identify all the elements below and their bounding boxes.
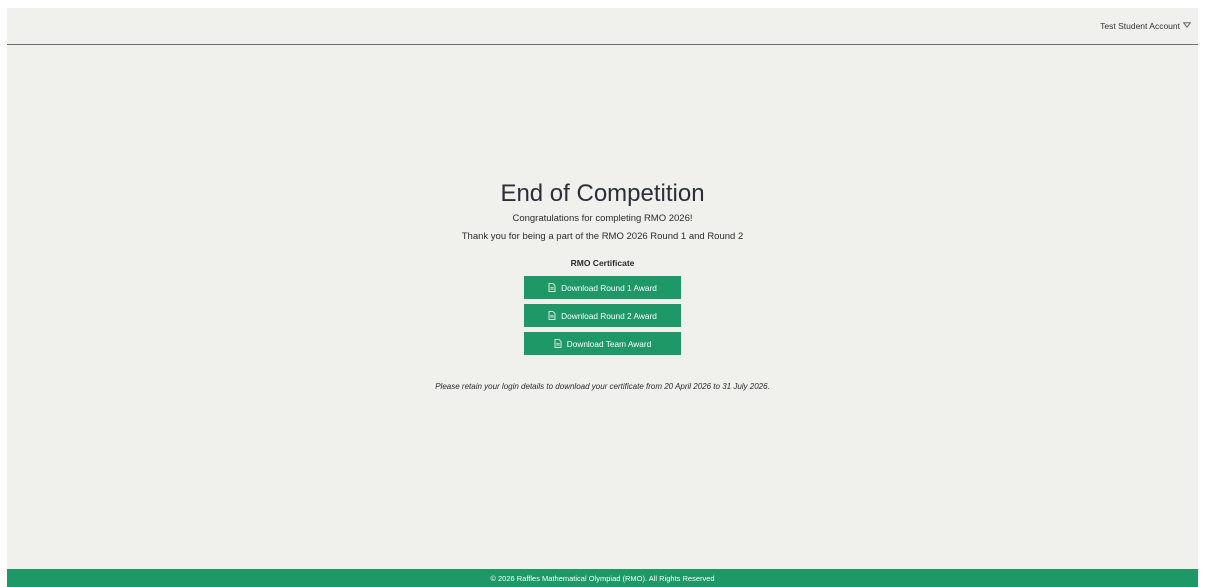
download-team-award-button[interactable]: Download Team Award bbox=[524, 332, 681, 355]
footer: © 2026 Raffles Mathematical Olympiad (RM… bbox=[7, 569, 1198, 587]
retention-note: Please retain your login details to down… bbox=[435, 382, 770, 391]
chevron-down-icon bbox=[1182, 22, 1192, 30]
thank-you-text: Thank you for being a part of the RMO 20… bbox=[461, 231, 744, 242]
account-menu[interactable]: Test Student Account bbox=[1100, 21, 1192, 31]
document-icon bbox=[548, 311, 556, 320]
main-content: End of Competition Congratulations for c… bbox=[7, 45, 1198, 569]
account-name: Test Student Account bbox=[1100, 21, 1180, 31]
button-label: Download Round 2 Award bbox=[561, 310, 657, 321]
copyright-text: © 2026 Raffles Mathematical Olympiad (RM… bbox=[490, 574, 715, 583]
document-icon bbox=[554, 339, 562, 348]
download-round-1-award-button[interactable]: Download Round 1 Award bbox=[524, 276, 681, 299]
button-label: Download Team Award bbox=[566, 338, 652, 349]
app-frame: Test Student Account End of Competition … bbox=[7, 8, 1198, 587]
completion-panel: End of Competition Congratulations for c… bbox=[7, 180, 1198, 392]
document-icon bbox=[548, 283, 556, 292]
top-navbar: Test Student Account bbox=[7, 8, 1198, 45]
download-round-2-award-button[interactable]: Download Round 2 Award bbox=[524, 304, 681, 327]
certificate-heading: RMO Certificate bbox=[570, 258, 635, 268]
button-label: Download Round 1 Award bbox=[561, 282, 657, 293]
page-title: End of Competition bbox=[500, 180, 705, 207]
download-buttons: Download Round 1 Award Download Round 2 … bbox=[7, 276, 1198, 355]
congratulations-text: Congratulations for completing RMO 2026! bbox=[512, 213, 693, 224]
